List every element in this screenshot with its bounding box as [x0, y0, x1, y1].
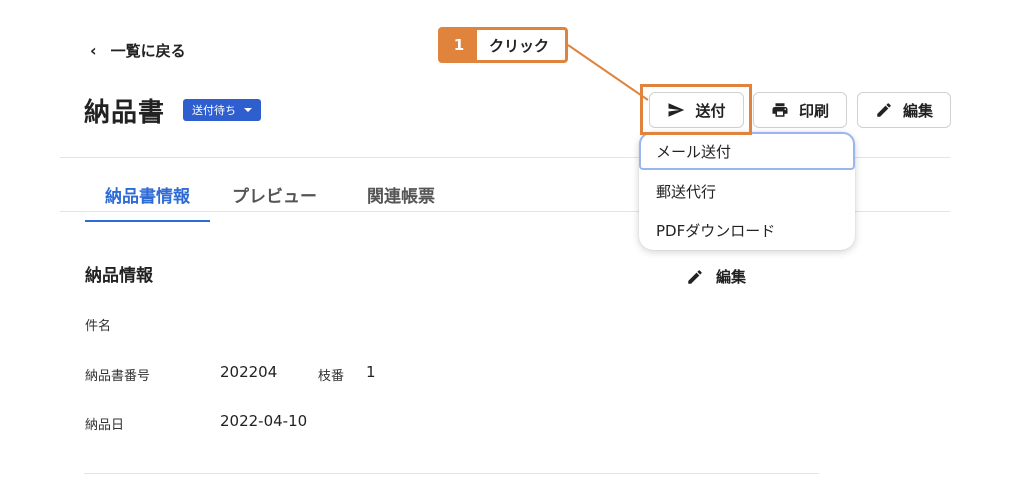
send-highlight-frame	[640, 84, 752, 135]
callout: 1 クリック	[438, 27, 568, 63]
callout-text: クリック	[489, 36, 550, 55]
callout-connector	[567, 44, 649, 101]
callout-step-number: 1	[441, 30, 477, 60]
